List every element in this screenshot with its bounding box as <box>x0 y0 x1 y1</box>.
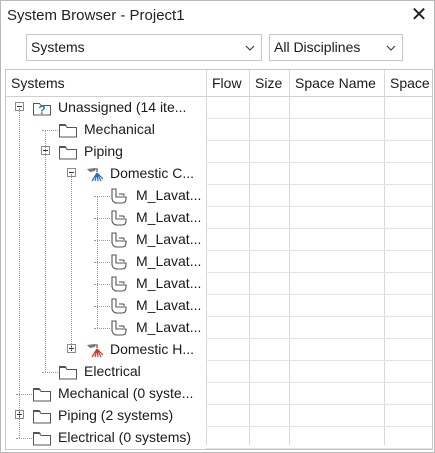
chevron-down-icon <box>245 45 255 51</box>
tree-connector <box>42 372 58 373</box>
window-title: System Browser - Project1 <box>7 7 185 24</box>
tree-row[interactable]: Electrical <box>6 361 432 383</box>
lavatory-icon <box>110 253 130 271</box>
lavatory-icon <box>110 209 130 227</box>
tree-item-label: M_Lavat... <box>136 275 202 291</box>
folder-icon <box>32 407 52 425</box>
tree-item-label: M_Lavat... <box>136 187 202 203</box>
tree-item-label: M_Lavat... <box>136 253 202 269</box>
domestic-hot-water-icon <box>84 341 104 359</box>
folder-icon <box>58 143 78 161</box>
tree-connector <box>45 130 46 372</box>
discipline-dropdown-value: All Disciplines <box>274 39 361 55</box>
tree-connector <box>19 108 20 438</box>
tree-item-label: Unassigned (14 ite... <box>58 99 187 115</box>
discipline-dropdown[interactable]: All Disciplines <box>269 34 403 61</box>
svg-text:?: ? <box>38 103 45 117</box>
system-tree-grid: Systems Flow Size Space Name Space ? Unas… <box>5 69 433 450</box>
column-header-space-name[interactable]: Space Name <box>290 70 384 96</box>
tree-row[interactable]: ? Unassigned (14 ite... <box>6 97 432 119</box>
folder-icon <box>58 121 78 139</box>
column-header-flow[interactable]: Flow <box>207 70 249 96</box>
tree-item-label: M_Lavat... <box>136 209 202 225</box>
tree-connector <box>97 196 98 328</box>
lavatory-icon <box>110 187 130 205</box>
folder-icon <box>58 363 78 381</box>
lavatory-icon <box>110 297 130 315</box>
domestic-cold-water-icon <box>84 165 104 183</box>
lavatory-icon <box>110 319 130 337</box>
row-gridline <box>206 448 432 449</box>
folder-icon <box>32 429 52 447</box>
tree-connector <box>71 174 72 350</box>
column-header-size[interactable]: Size <box>250 70 289 96</box>
tree-item-label: Mechanical (0 syste... <box>58 385 194 401</box>
tree-row[interactable]: Electrical (0 systems) <box>6 427 432 449</box>
lavatory-icon <box>110 231 130 249</box>
tree-row[interactable]: Mechanical (0 syste... <box>6 383 432 405</box>
tree-connector <box>16 438 32 439</box>
tree-item-label: M_Lavat... <box>136 297 202 313</box>
lavatory-icon <box>110 275 130 293</box>
chevron-down-icon <box>386 45 396 51</box>
tree-row[interactable]: Piping <box>6 141 432 163</box>
tree-item-label: Electrical <box>84 363 141 379</box>
tree-item-label: Domestic H... <box>110 341 195 357</box>
system-browser-window: System Browser - Project1 ✕ Systems All … <box>0 0 435 453</box>
title-bar: System Browser - Project1 ✕ <box>1 1 434 30</box>
tree-item-label: M_Lavat... <box>136 319 202 335</box>
tree-row[interactable]: Mechanical <box>6 119 432 141</box>
tree-item-label: Domestic C... <box>110 165 195 181</box>
column-header-systems[interactable]: Systems <box>6 70 206 96</box>
view-dropdown-value: Systems <box>31 39 85 55</box>
tree-row[interactable]: Piping (2 systems) <box>6 405 432 427</box>
view-dropdown[interactable]: Systems <box>26 34 262 61</box>
tree-item-label: Piping (2 systems) <box>58 407 174 423</box>
column-header-space[interactable]: Space <box>385 70 432 96</box>
tree-item-label: Electrical (0 systems) <box>58 429 192 445</box>
tree-item-label: Mechanical <box>84 121 155 137</box>
folder-icon <box>32 385 52 403</box>
tree-item-label: M_Lavat... <box>136 231 202 247</box>
unknown-system-icon: ? <box>32 99 52 117</box>
tree-item-label: Piping <box>84 143 123 159</box>
close-icon[interactable]: ✕ <box>408 4 430 26</box>
tree-connector <box>94 328 110 329</box>
